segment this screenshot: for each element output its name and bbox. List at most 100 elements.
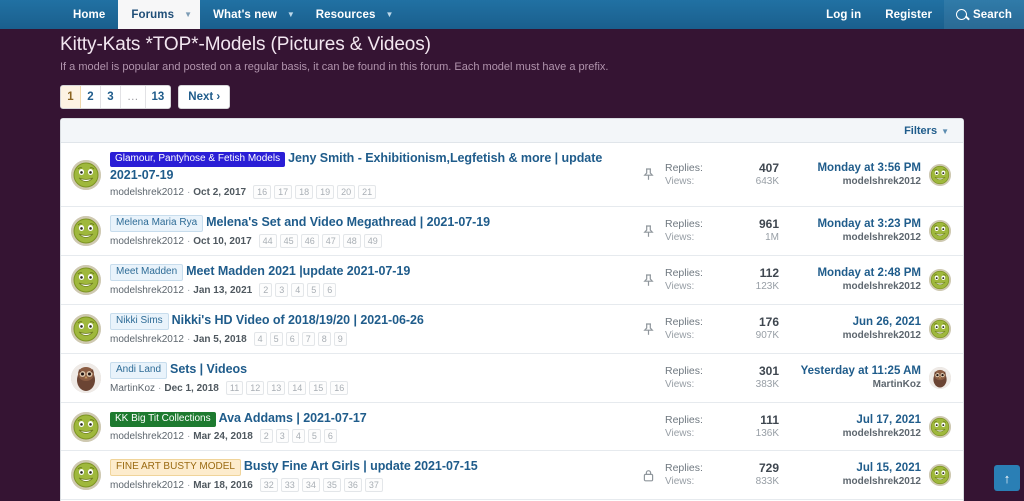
nav-item-what-s-new[interactable]: What's new: [200, 0, 283, 29]
last-post-avatar[interactable]: [929, 318, 951, 340]
thread-prefix-badge[interactable]: Melena Maria Rya: [110, 215, 204, 232]
last-post-avatar[interactable]: [929, 464, 951, 486]
thread-page-link[interactable]: 32: [259, 478, 278, 492]
thread-page-link[interactable]: 6: [323, 283, 337, 297]
last-post-avatar[interactable]: [929, 367, 951, 389]
thread-row[interactable]: Melena Maria Rya Melena's Set and Video M…: [61, 207, 963, 256]
thread-author-link[interactable]: modelshrek2012: [110, 187, 184, 198]
thread-author-link[interactable]: MartinKoz: [110, 383, 155, 394]
thread-author-link[interactable]: modelshrek2012: [110, 334, 184, 345]
avatar[interactable]: [71, 216, 101, 246]
thread-page-link[interactable]: 20: [337, 185, 356, 199]
thread-title-link[interactable]: Melena's Set and Video Megathread | 2021…: [206, 215, 490, 229]
nav-item-log-in[interactable]: Log in: [814, 0, 873, 29]
thread-author-link[interactable]: modelshrek2012: [110, 285, 184, 296]
thread-page-link[interactable]: 48: [342, 234, 361, 248]
nav-item-forums[interactable]: Forums: [118, 0, 181, 29]
last-post-date-link[interactable]: Jun 26, 2021: [779, 315, 921, 329]
thread-page-link[interactable]: 17: [274, 185, 293, 199]
thread-page-link[interactable]: 4: [291, 283, 305, 297]
thread-author-link[interactable]: modelshrek2012: [110, 480, 184, 491]
chevron-down-icon[interactable]: ▼: [382, 0, 402, 29]
thread-page-link[interactable]: 18: [295, 185, 314, 199]
last-post-date-link[interactable]: Monday at 3:23 PM: [779, 217, 921, 231]
thread-page-link[interactable]: 45: [279, 234, 298, 248]
last-post-user-link[interactable]: modelshrek2012: [779, 329, 921, 343]
thread-page-link[interactable]: 36: [343, 478, 362, 492]
thread-page-link[interactable]: 13: [267, 381, 286, 395]
last-post-user-link[interactable]: modelshrek2012: [779, 427, 921, 441]
thread-page-link[interactable]: 6: [323, 429, 337, 443]
thread-row[interactable]: FINE ART BUSTY MODEL Busty Fine Art Girls…: [61, 451, 963, 500]
thread-page-link[interactable]: 35: [322, 478, 341, 492]
thread-prefix-badge[interactable]: Meet Madden: [110, 264, 184, 281]
thread-page-link[interactable]: 6: [285, 332, 299, 346]
avatar[interactable]: [71, 159, 101, 190]
filters-button[interactable]: Filters ▼: [904, 125, 949, 137]
thread-title-link[interactable]: Busty Fine Art Girls | update 2021-07-15: [244, 459, 478, 473]
thread-page-link[interactable]: 2: [259, 429, 273, 443]
thread-row[interactable]: Meet Madden Meet Madden 2021 |update 2021…: [61, 256, 963, 305]
thread-page-link[interactable]: 21: [358, 185, 377, 199]
thread-page-link[interactable]: 37: [364, 478, 383, 492]
avatar[interactable]: [71, 265, 101, 295]
last-post-avatar[interactable]: [929, 415, 951, 438]
last-post-user-link[interactable]: modelshrek2012: [779, 175, 921, 189]
last-post-avatar[interactable]: [929, 269, 951, 291]
last-post-avatar[interactable]: [929, 163, 951, 186]
last-post-date-link[interactable]: Jul 17, 2021: [779, 413, 921, 427]
chevron-down-icon[interactable]: ▼: [180, 0, 201, 29]
thread-title-link[interactable]: Nikki's HD Video of 2018/19/20 | 2021-06…: [172, 313, 424, 327]
last-post-date-link[interactable]: Jul 15, 2021: [779, 461, 921, 475]
avatar[interactable]: [71, 363, 101, 393]
thread-page-link[interactable]: 7: [301, 332, 315, 346]
thread-row[interactable]: Nikki Sims Nikki's HD Video of 2018/19/20…: [61, 305, 963, 354]
last-post-user-link[interactable]: modelshrek2012: [779, 475, 921, 489]
thread-page-link[interactable]: 34: [301, 478, 320, 492]
chevron-down-icon[interactable]: ▼: [283, 0, 303, 29]
last-post-date-link[interactable]: Yesterday at 11:25 AM: [779, 364, 921, 378]
thread-page-link[interactable]: 2: [259, 283, 273, 297]
thread-title-link[interactable]: Sets | Videos: [170, 362, 247, 376]
thread-title-link[interactable]: Ava Addams | 2021-07-17: [219, 411, 367, 425]
thread-page-link[interactable]: 46: [300, 234, 319, 248]
pagination-next-button[interactable]: Next ›: [178, 85, 231, 109]
pagination-page-13[interactable]: 13: [145, 86, 171, 108]
nav-item-resources[interactable]: Resources: [303, 0, 382, 29]
thread-page-link[interactable]: 4: [291, 429, 305, 443]
thread-page-link[interactable]: 5: [307, 429, 321, 443]
last-post-user-link[interactable]: modelshrek2012: [779, 280, 921, 294]
last-post-avatar[interactable]: [929, 220, 951, 242]
last-post-user-link[interactable]: modelshrek2012: [779, 231, 921, 245]
thread-prefix-badge[interactable]: Nikki Sims: [110, 313, 169, 330]
last-post-user-link[interactable]: MartinKoz: [779, 378, 921, 392]
thread-page-link[interactable]: 5: [269, 332, 283, 346]
thread-page-link[interactable]: 16: [253, 185, 272, 199]
thread-page-link[interactable]: 11: [225, 381, 244, 395]
nav-item-home[interactable]: Home: [60, 0, 118, 29]
thread-page-link[interactable]: 33: [280, 478, 299, 492]
thread-page-link[interactable]: 44: [258, 234, 277, 248]
thread-page-link[interactable]: 49: [363, 234, 382, 248]
last-post-date-link[interactable]: Monday at 2:48 PM: [779, 266, 921, 280]
thread-row[interactable]: Glamour, Pantyhose & Fetish Models Jeny S…: [61, 143, 963, 207]
nav-item-register[interactable]: Register: [873, 0, 944, 29]
thread-prefix-badge[interactable]: Andi Land: [110, 362, 168, 379]
thread-page-link[interactable]: 47: [321, 234, 340, 248]
thread-page-link[interactable]: 3: [275, 429, 289, 443]
pagination-page-2[interactable]: 2: [81, 86, 101, 108]
thread-prefix-badge[interactable]: KK Big Tit Collections: [110, 412, 216, 427]
thread-page-link[interactable]: 14: [288, 381, 307, 395]
pagination-page-3[interactable]: 3: [101, 86, 121, 108]
last-post-date-link[interactable]: Monday at 3:56 PM: [779, 161, 921, 175]
thread-title-link[interactable]: Meet Madden 2021 |update 2021-07-19: [186, 264, 410, 278]
thread-page-link[interactable]: 3: [275, 283, 289, 297]
thread-page-link[interactable]: 4: [253, 332, 267, 346]
thread-page-link[interactable]: 19: [316, 185, 335, 199]
thread-page-link[interactable]: 9: [333, 332, 347, 346]
thread-page-link[interactable]: 15: [309, 381, 328, 395]
avatar[interactable]: [71, 411, 101, 442]
scroll-to-top-button[interactable]: ↑: [994, 465, 1020, 491]
nav-item-search[interactable]: Search: [944, 0, 1024, 29]
avatar[interactable]: [71, 314, 101, 344]
